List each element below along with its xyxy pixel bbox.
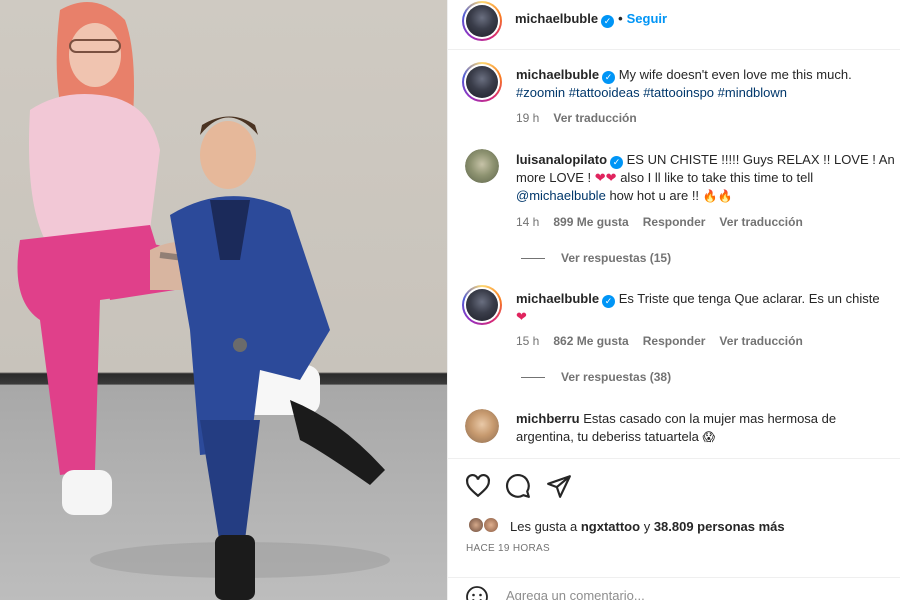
mention-link[interactable]: @michaelbuble xyxy=(516,188,606,203)
replies-divider xyxy=(521,377,545,379)
verified-badge-icon: ✓ xyxy=(601,15,615,28)
likes-count[interactable]: 38.809 personas más xyxy=(654,519,785,534)
comment-body-line: also I ll like to take this time to tell xyxy=(620,170,814,185)
share-icon[interactable] xyxy=(546,473,572,499)
comment-time[interactable]: 15 h xyxy=(516,334,539,348)
caption-avatar[interactable] xyxy=(462,62,502,102)
replies-divider xyxy=(521,258,545,260)
caption: michaelbuble ✓ My wife doesn't even love … xyxy=(448,60,900,130)
commenter-avatar[interactable] xyxy=(465,409,499,443)
likes-prefix: Les gusta a xyxy=(510,519,578,534)
reply-button[interactable]: Responder xyxy=(643,215,706,229)
post-time[interactable]: HACE 19 HORAS xyxy=(466,543,550,554)
liker-avatar[interactable] xyxy=(483,517,499,533)
view-replies-button[interactable]: Ver respuestas (15) xyxy=(521,251,671,265)
comment-item: michberru Estas casado con la mujer mas … xyxy=(448,405,900,455)
verified-badge-icon: ✓ xyxy=(602,295,616,308)
translate-button[interactable]: Ver traducción xyxy=(719,215,802,229)
translate-button[interactable]: Ver traducción xyxy=(719,334,802,348)
comment-body-line: Es Triste que tenga Que aclarar. Es un c… xyxy=(618,291,880,306)
heart-emoji-icon: ❤ xyxy=(594,170,606,185)
verified-badge-icon: ✓ xyxy=(610,156,624,169)
comment-username[interactable]: michberru xyxy=(516,411,580,426)
caption-username[interactable]: michaelbuble xyxy=(516,67,599,82)
comment-username[interactable]: michaelbuble xyxy=(516,291,599,306)
fire-emoji-icon: 🔥🔥 xyxy=(702,189,733,203)
comment-username[interactable]: luisanalopilato xyxy=(516,152,607,167)
view-replies-button[interactable]: Ver respuestas (38) xyxy=(521,370,671,384)
comment-body-line: ES UN CHISTE !!!!! Guys RELAX !! LOVE ! … xyxy=(626,152,895,167)
comment-meta: 15 h 862 Me gusta Responder Ver traducción xyxy=(516,334,817,348)
reply-button[interactable]: Responder xyxy=(643,334,706,348)
comment-meta: 14 h 899 Me gusta Responder Ver traducción xyxy=(516,215,817,229)
comment-text: michberru Estas casado con la mujer mas … xyxy=(516,410,900,446)
view-replies-label: Ver respuestas (38) xyxy=(561,370,672,384)
caption-hashtags[interactable]: #zoomin #tattooideas #tattooinspo #mindb… xyxy=(516,85,787,100)
comment-body-line: argentina, tu deberiss tatuartela xyxy=(516,429,699,444)
comment-likes[interactable]: 899 Me gusta xyxy=(553,215,628,229)
heart-emoji-icon: ❤ xyxy=(516,309,527,324)
author-avatar[interactable] xyxy=(462,1,502,41)
likes-user[interactable]: ngxtattoo xyxy=(581,519,640,534)
comment-item: michaelbuble ✓ Es Triste que tenga Que ac… xyxy=(448,285,900,385)
verified-badge-icon: ✓ xyxy=(602,71,616,84)
view-replies-label: Ver respuestas (15) xyxy=(561,251,672,265)
comment-icon[interactable] xyxy=(505,473,531,499)
liker-avatar[interactable] xyxy=(468,517,484,533)
comment-composer: Agrega un comentario... xyxy=(448,577,900,600)
comment-text: michaelbuble ✓ Es Triste que tenga Que ac… xyxy=(516,290,900,326)
comment-text: luisanalopilato ✓ ES UN CHISTE !!!!! Guys… xyxy=(516,151,900,205)
caption-time[interactable]: 19 h xyxy=(516,111,539,125)
likes-conj: y xyxy=(643,519,651,534)
follow-button[interactable]: Seguir xyxy=(627,11,667,26)
likes-summary[interactable]: Les gusta a ngxtattoo y 38.809 personas … xyxy=(510,519,785,534)
translate-button[interactable]: Ver traducción xyxy=(553,111,636,125)
comment-body-line: more LOVE ! xyxy=(516,170,592,185)
scream-emoji-icon: 😱 xyxy=(702,430,715,444)
post-sidebar: michaelbuble ✓ • Seguir michaelbuble ✓ My wi… xyxy=(447,0,900,600)
caption-body: My wife doesn't even love me this much. xyxy=(618,67,852,82)
comment-input[interactable]: Agrega un comentario... xyxy=(506,588,645,600)
comment-body-line: how hot u are !! xyxy=(609,188,700,203)
emoji-icon[interactable] xyxy=(465,585,489,600)
comment-item: luisanalopilato ✓ ES UN CHISTE !!!!! Guys… xyxy=(448,147,900,267)
caption-meta: 19 h Ver traducción xyxy=(516,111,651,125)
commenter-avatar[interactable] xyxy=(462,285,502,325)
photo-illustration xyxy=(17,2,390,600)
commenter-avatar[interactable] xyxy=(465,149,499,183)
post-header: michaelbuble ✓ • Seguir xyxy=(448,0,900,50)
separator-dot: • xyxy=(618,11,623,26)
comment-body-line: Estas casado con la mujer mas hermosa de xyxy=(583,411,837,426)
post-header-user: michaelbuble ✓ • Seguir xyxy=(515,11,667,28)
heart-outline-icon[interactable] xyxy=(465,473,491,499)
comment-likes[interactable]: 862 Me gusta xyxy=(553,334,628,348)
post-actions: Les gusta a ngxtattoo y 38.809 personas … xyxy=(448,458,900,600)
post-photo[interactable] xyxy=(0,0,447,600)
author-username[interactable]: michaelbuble xyxy=(515,11,598,26)
comment-time[interactable]: 14 h xyxy=(516,215,539,229)
caption-text: michaelbuble ✓ My wife doesn't even love … xyxy=(516,66,900,102)
heart-emoji-icon: ❤ xyxy=(605,170,617,185)
